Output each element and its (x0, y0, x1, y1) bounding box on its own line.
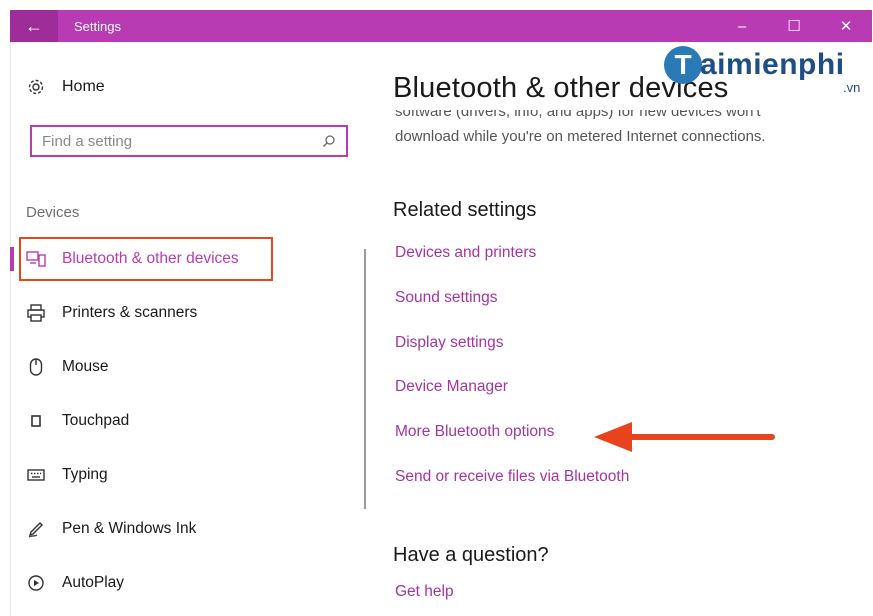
metered-description: download while you're on metered Interne… (395, 128, 766, 145)
pen-icon (26, 519, 46, 539)
display-settings-link[interactable]: Display settings (395, 334, 504, 352)
sidebar-item-mouse[interactable]: Mouse (10, 340, 370, 394)
highlight-box (19, 237, 273, 281)
devices-nav-list: Bluetooth & other devices Printers & sca… (10, 232, 370, 610)
device-manager-link[interactable]: Device Manager (395, 378, 508, 396)
home-label: Home (62, 78, 105, 95)
gear-icon (26, 77, 46, 97)
minimize-button[interactable]: – (716, 10, 768, 42)
search-icon[interactable] (318, 130, 340, 152)
sidebar-item-touchpad[interactable]: Touchpad (10, 394, 370, 448)
mouse-icon (26, 357, 46, 377)
get-help-link[interactable]: Get help (395, 583, 454, 601)
have-a-question-heading: Have a question? (393, 544, 549, 566)
sidebar-item-printers[interactable]: Printers & scanners (10, 286, 370, 340)
maximize-icon: ☐ (787, 18, 801, 35)
more-bluetooth-options-link[interactable]: More Bluetooth options (395, 423, 554, 441)
close-button[interactable]: ✕ (820, 10, 872, 42)
sidebar-item-label: Typing (62, 466, 108, 483)
scroll-divider (364, 249, 366, 509)
title-bar: ← Settings – ☐ ✕ (10, 10, 872, 42)
annotation-arrow-icon (594, 422, 775, 452)
minimize-icon: – (737, 17, 747, 35)
sidebar: Home Devices Bluetooth & other devices P… (10, 42, 370, 616)
devices-and-printers-link[interactable]: Devices and printers (395, 244, 536, 262)
search-input[interactable] (32, 131, 318, 151)
app-title: Settings (74, 18, 121, 34)
send-receive-bluetooth-link[interactable]: Send or receive files via Bluetooth (395, 468, 629, 486)
window-controls: – ☐ ✕ (716, 10, 872, 42)
close-icon: ✕ (839, 18, 853, 35)
related-settings-heading: Related settings (393, 199, 537, 221)
search-box[interactable] (30, 125, 348, 157)
watermark-badge-icon: T (664, 46, 702, 84)
back-arrow-icon: ← (25, 15, 43, 36)
main-content: Bluetooth & other devices software (driv… (393, 42, 863, 616)
keyboard-icon (26, 465, 46, 485)
devices-section-label: Devices (26, 204, 80, 221)
scrolled-text-line: software (drivers, info, and apps) for n… (395, 110, 845, 122)
watermark-logo: T aimienphi .vn (660, 44, 870, 104)
printer-icon (26, 303, 46, 323)
watermark-text: aimienphi (700, 48, 845, 81)
sidebar-item-label: Printers & scanners (62, 304, 198, 321)
sidebar-item-autoplay[interactable]: AutoPlay (10, 556, 370, 610)
active-indicator (10, 247, 14, 271)
touchpad-icon (26, 411, 46, 431)
sidebar-item-label: Pen & Windows Ink (62, 520, 197, 537)
sidebar-item-bluetooth[interactable]: Bluetooth & other devices (10, 232, 370, 286)
sidebar-item-typing[interactable]: Typing (10, 448, 370, 502)
sidebar-item-pen[interactable]: Pen & Windows Ink (10, 502, 370, 556)
sidebar-item-label: Mouse (62, 358, 109, 375)
home-nav-item[interactable]: Home (26, 77, 105, 97)
autoplay-icon (26, 573, 46, 593)
sound-settings-link[interactable]: Sound settings (395, 289, 498, 307)
watermark-tld: .vn (843, 80, 861, 95)
back-button[interactable]: ← (10, 10, 58, 42)
scrolled-text: software (drivers, info, and apps) for n… (395, 110, 761, 120)
maximize-button[interactable]: ☐ (768, 10, 820, 42)
sidebar-item-label: AutoPlay (62, 574, 125, 591)
sidebar-item-label: Touchpad (62, 412, 130, 429)
